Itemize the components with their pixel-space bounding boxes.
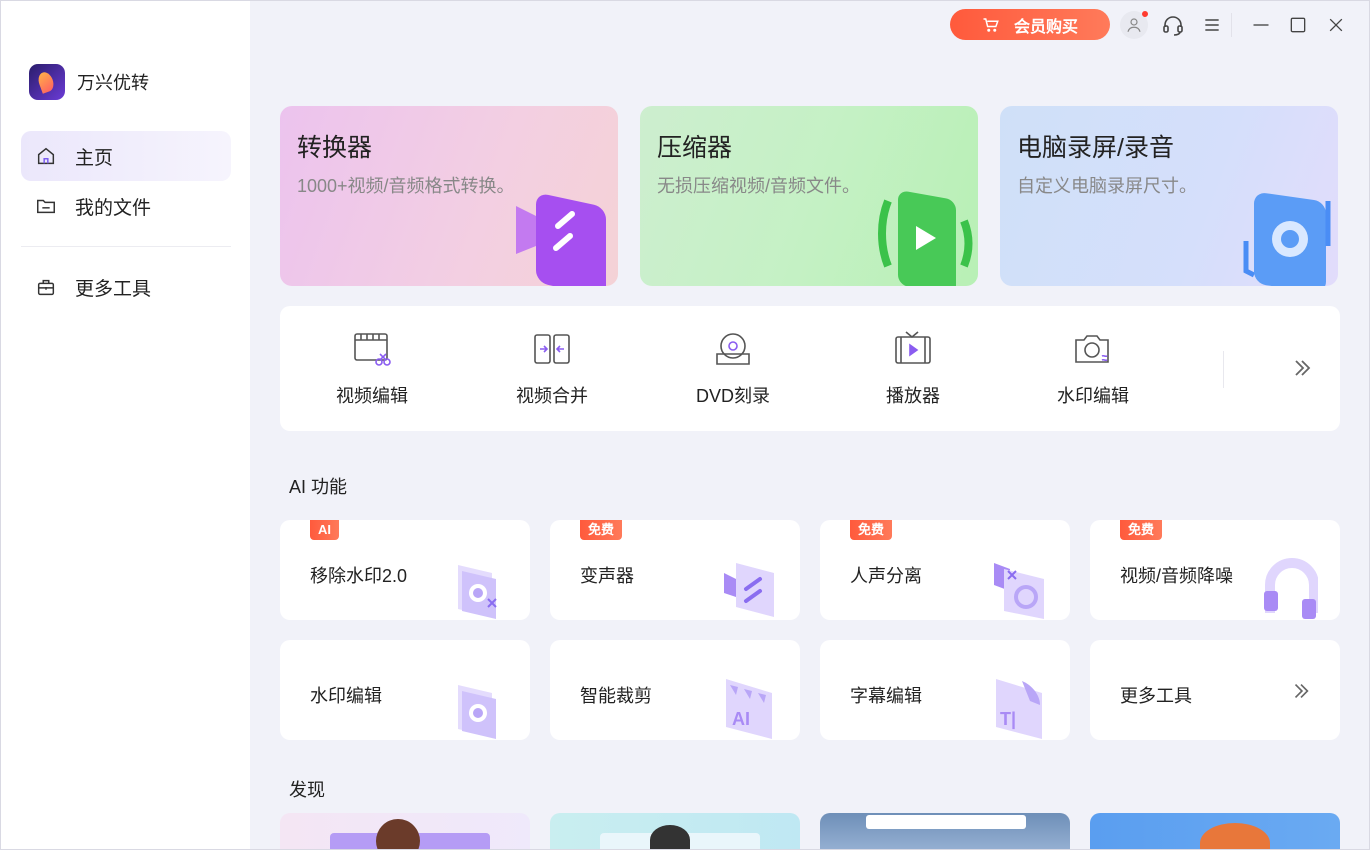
chevron-double-right-icon[interactable]	[1290, 356, 1314, 380]
sidebar-item-my-files[interactable]: 我的文件	[21, 181, 231, 231]
free-badge: 免费	[1120, 520, 1163, 540]
user-icon	[1127, 18, 1141, 32]
remove-watermark-icon	[458, 565, 497, 619]
ai-card-smart-crop[interactable]: 智能裁剪 AI	[550, 640, 800, 740]
screen-recorder-card[interactable]: 电脑录屏/录音 自定义电脑录屏尺寸。	[1000, 106, 1338, 286]
ai-card-vocal-separation[interactable]: 免费 人声分离	[820, 520, 1070, 620]
toolbox-icon	[37, 279, 55, 296]
recorder-toolbar	[866, 815, 1026, 829]
card-title: 压缩器	[657, 134, 733, 162]
brand: 万兴优转	[29, 64, 149, 100]
home-icon	[37, 147, 55, 165]
close-button[interactable]	[1322, 11, 1350, 39]
tool-player[interactable]: 播放器	[853, 328, 973, 408]
support-button[interactable]	[1159, 11, 1187, 39]
tools-bar: 视频编辑 视频合并 DVD刻录 播放器 水印编辑	[280, 306, 1340, 431]
watermark-icon	[1075, 335, 1109, 363]
vocal-remover-icon	[994, 563, 1044, 619]
sidebar: 万兴优转 主页 我的文件 更多工具	[1, 1, 250, 849]
sidebar-item-home[interactable]: 主页	[21, 131, 231, 181]
section-title-discover: 发现	[289, 780, 325, 800]
title-bar: 会员购买	[250, 1, 1369, 49]
player-icon	[895, 331, 931, 364]
ai-card-watermark-edit[interactable]: 水印编辑	[280, 640, 530, 740]
compressor-icon	[878, 191, 973, 286]
user-avatar[interactable]	[1120, 11, 1148, 39]
discover-person	[1200, 823, 1270, 849]
hamburger-icon	[1205, 19, 1219, 31]
cart-icon	[983, 17, 999, 32]
card-title: 转换器	[297, 134, 373, 162]
app-window: 万兴优转 主页 我的文件 更多工具 会员购买 转换器 1000+视频/音频格式转…	[0, 0, 1370, 850]
converter-icon	[516, 194, 606, 286]
discover-card[interactable]	[1090, 813, 1340, 849]
watermark-edit-icon	[458, 685, 496, 739]
smart-crop-icon: AI	[726, 679, 772, 739]
sidebar-item-more-tools[interactable]: 更多工具	[21, 262, 231, 312]
discover-card[interactable]	[550, 813, 800, 849]
ai-card-remove-watermark[interactable]: AI 移除水印2.0	[280, 520, 530, 620]
titlebar-divider	[1231, 13, 1232, 37]
maximize-icon	[1290, 17, 1306, 33]
notification-dot	[1142, 11, 1148, 17]
noise-reduction-icon	[1264, 558, 1318, 619]
subtitle-edit-icon: T|	[996, 679, 1042, 739]
ai-card-voice-changer[interactable]: 免费 变声器	[550, 520, 800, 620]
sidebar-item-label: 主页	[75, 147, 114, 169]
tool-watermark[interactable]: 水印编辑	[1033, 328, 1153, 408]
chevron-double-right-icon	[1294, 683, 1309, 699]
tool-video-edit[interactable]: 视频编辑	[312, 328, 432, 408]
minimize-icon	[1253, 24, 1269, 26]
tools-divider	[1223, 351, 1224, 388]
svg-text:AI: AI	[732, 709, 750, 729]
folder-icon	[37, 199, 55, 214]
discover-card[interactable]	[820, 813, 1070, 849]
ai-card-more-tools[interactable]: 更多工具	[1090, 640, 1340, 740]
card-title: 电脑录屏/录音	[1017, 134, 1174, 162]
discover-person	[376, 819, 420, 849]
close-icon	[1329, 18, 1343, 32]
screen-recorder-icon	[1243, 193, 1331, 286]
sidebar-divider	[21, 246, 231, 247]
voice-changer-icon	[724, 563, 774, 617]
sidebar-item-label: 我的文件	[75, 197, 152, 219]
free-badge: 免费	[850, 520, 893, 540]
tool-dvd-burn[interactable]: DVD刻录	[673, 328, 793, 408]
converter-card[interactable]: 转换器 1000+视频/音频格式转换。	[280, 106, 618, 286]
minimize-button[interactable]	[1247, 11, 1275, 39]
discover-card[interactable]	[280, 813, 530, 849]
dvd-burn-icon	[716, 333, 750, 365]
tool-video-merge[interactable]: 视频合并	[492, 328, 612, 408]
ai-card-subtitle-edit[interactable]: 字幕编辑 T|	[820, 640, 1070, 740]
svg-text:T|: T|	[1000, 709, 1016, 729]
sidebar-item-label: 更多工具	[75, 278, 152, 300]
headset-icon	[1163, 16, 1183, 36]
free-badge: 免费	[580, 520, 623, 540]
menu-button[interactable]	[1198, 11, 1226, 39]
ai-badge: AI	[310, 520, 339, 540]
vip-purchase-button[interactable]: 会员购买	[950, 9, 1110, 40]
compressor-card[interactable]: 压缩器 无损压缩视频/音频文件。	[640, 106, 978, 286]
video-merge-icon	[534, 334, 570, 364]
section-title-ai: AI 功能	[289, 477, 348, 497]
discover-person	[650, 825, 690, 849]
video-edit-icon	[354, 333, 391, 366]
maximize-button[interactable]	[1284, 11, 1312, 39]
app-logo	[29, 64, 65, 100]
app-name: 万兴优转	[77, 73, 149, 93]
ai-card-noise-reduction[interactable]: 免费 视频/音频降噪	[1090, 520, 1340, 620]
